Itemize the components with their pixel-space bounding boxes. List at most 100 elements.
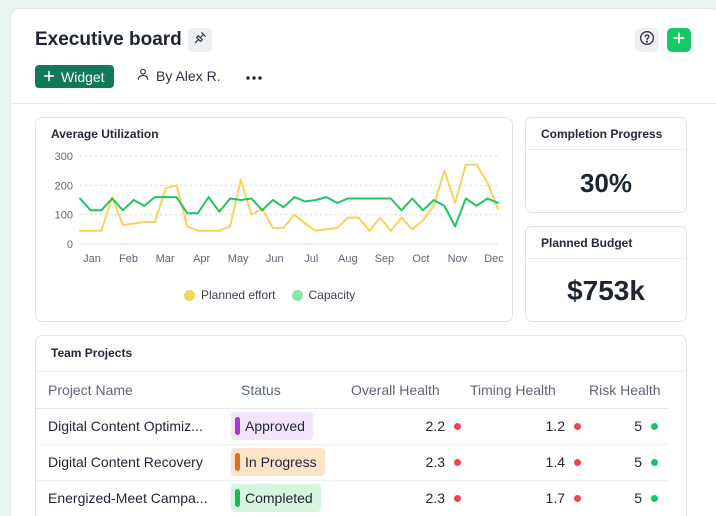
risk-health-value: 5 xyxy=(634,490,642,506)
timing-health-value: 1.2 xyxy=(545,418,565,434)
health-indicator-dot xyxy=(574,495,581,502)
health-indicator-dot xyxy=(651,459,658,466)
project-name-cell[interactable]: Energized-Meet Campa... xyxy=(36,480,231,516)
column-header-timing-health[interactable]: Timing Health xyxy=(461,372,581,409)
utilization-title: Average Utilization xyxy=(51,127,159,141)
owner-filter[interactable]: By Alex R. xyxy=(136,67,221,84)
plus-icon xyxy=(672,31,686,50)
add-widget-label: Widget xyxy=(61,68,105,85)
risk-health-value: 5 xyxy=(634,418,642,434)
table-row[interactable]: Digital Content Optimiz... Approved 2.2 … xyxy=(36,408,668,445)
table-row[interactable]: Digital Content Recovery In Progress 2.3… xyxy=(36,444,668,481)
dashboard-panel: Executive board Widget By Alex R. Averag… xyxy=(10,8,716,516)
y-tick-label: 0 xyxy=(67,239,73,251)
x-tick-label: Jan xyxy=(83,253,101,265)
status-cell: Completed xyxy=(231,480,341,516)
add-widget-icon-button[interactable] xyxy=(667,28,691,52)
user-icon xyxy=(136,67,150,84)
x-tick-label: Feb xyxy=(119,253,138,265)
legend-planned-effort[interactable]: Planned effort xyxy=(184,288,276,302)
timing-health-cell: 1.2 xyxy=(461,408,581,445)
status-cell: Approved xyxy=(231,408,341,445)
timing-health-value: 1.4 xyxy=(545,454,565,470)
x-tick-label: Oct xyxy=(412,253,429,265)
plus-icon xyxy=(43,69,55,85)
budget-value: $753k xyxy=(567,275,645,306)
overall-health-cell: 2.3 xyxy=(341,480,461,516)
legend-capacity-label: Capacity xyxy=(308,288,356,302)
more-button[interactable] xyxy=(245,65,263,87)
y-tick-label: 100 xyxy=(55,210,73,222)
help-icon xyxy=(639,30,655,51)
projects-table: Project Name Status Overall Health Timin… xyxy=(36,372,668,516)
column-header-status[interactable]: Status xyxy=(231,372,341,409)
status-indicator xyxy=(235,417,240,435)
status-badge[interactable]: Approved xyxy=(231,412,313,440)
status-badge[interactable]: Completed xyxy=(231,484,321,512)
y-tick-label: 200 xyxy=(55,180,73,192)
chart-legend: Planned effort Capacity xyxy=(184,288,355,302)
status-badge[interactable]: In Progress xyxy=(231,448,325,476)
status-indicator xyxy=(235,453,240,471)
page-title: Executive board xyxy=(35,29,182,50)
health-indicator-dot xyxy=(454,423,461,430)
table-row[interactable]: Energized-Meet Campa... Completed 2.3 1.… xyxy=(36,480,668,516)
timing-health-cell: 1.4 xyxy=(461,444,581,481)
overall-health-value: 2.2 xyxy=(425,418,445,434)
overall-health-cell: 2.3 xyxy=(341,444,461,481)
planned-effort-series-line xyxy=(79,163,499,232)
team-projects-card: Team Projects Project Name Status Overal… xyxy=(35,335,687,516)
utilization-chart: 0 100 200 300 Jan Feb Mar Apr May Jun Jul Aug Sep Oct… xyxy=(55,151,505,265)
x-tick-label: Aug xyxy=(338,253,358,265)
column-header-project-name[interactable]: Project Name xyxy=(36,372,231,409)
budget-title: Planned Budget xyxy=(541,236,633,250)
column-header-overall-health[interactable]: Overall Health xyxy=(341,372,461,409)
completion-title: Completion Progress xyxy=(541,127,663,141)
completion-card: Completion Progress 30% xyxy=(525,117,687,213)
risk-health-cell: 5 xyxy=(581,480,668,516)
planned-effort-swatch xyxy=(184,289,195,301)
status-cell: In Progress xyxy=(231,444,341,481)
health-indicator-dot xyxy=(574,423,581,430)
overall-health-value: 2.3 xyxy=(425,454,445,470)
pin-icon xyxy=(193,31,207,50)
capacity-swatch xyxy=(291,289,303,301)
x-tick-label: Mar xyxy=(156,253,175,265)
health-indicator-dot xyxy=(574,459,581,466)
divider xyxy=(526,149,686,150)
status-label: In Progress xyxy=(245,454,317,470)
risk-health-cell: 5 xyxy=(581,408,668,445)
help-button[interactable] xyxy=(635,28,659,52)
x-tick-label: Jul xyxy=(304,253,318,265)
risk-health-value: 5 xyxy=(634,454,642,470)
x-tick-label: Nov xyxy=(448,253,468,265)
x-tick-label: Dec xyxy=(484,253,504,265)
timing-health-cell: 1.7 xyxy=(461,480,581,516)
column-header-risk-health[interactable]: Risk Health xyxy=(581,372,668,409)
x-tick-label: Jun xyxy=(266,253,284,265)
y-tick-label: 300 xyxy=(55,151,73,163)
x-tick-label: May xyxy=(228,253,249,265)
x-tick-label: Sep xyxy=(375,253,395,265)
more-horizontal-icon xyxy=(246,67,262,85)
owner-label: By Alex R. xyxy=(156,67,221,84)
health-indicator-dot xyxy=(651,495,658,502)
pin-button[interactable] xyxy=(188,28,212,52)
budget-card: Planned Budget $753k xyxy=(525,226,687,322)
table-header-row: Project Name Status Overall Health Timin… xyxy=(36,372,668,409)
legend-capacity[interactable]: Capacity xyxy=(291,288,356,302)
project-name-cell[interactable]: Digital Content Optimiz... xyxy=(36,408,231,445)
health-indicator-dot xyxy=(454,459,461,466)
status-indicator xyxy=(235,489,240,507)
health-indicator-dot xyxy=(454,495,461,502)
status-label: Completed xyxy=(245,490,313,506)
add-widget-button[interactable]: Widget xyxy=(35,65,114,88)
risk-health-cell: 5 xyxy=(581,444,668,481)
overall-health-value: 2.3 xyxy=(425,490,445,506)
project-name-cell[interactable]: Digital Content Recovery xyxy=(36,444,231,481)
timing-health-value: 1.7 xyxy=(545,490,565,506)
status-label: Approved xyxy=(245,418,305,434)
x-tick-label: Apr xyxy=(193,253,210,265)
legend-planned-effort-label: Planned effort xyxy=(201,288,276,302)
overall-health-cell: 2.2 xyxy=(341,408,461,445)
